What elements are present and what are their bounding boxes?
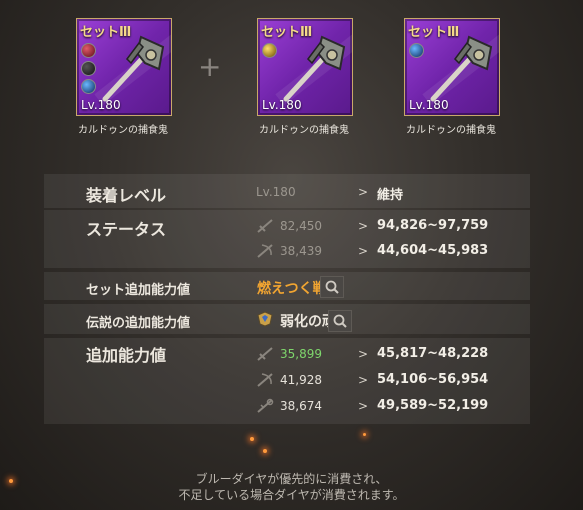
footer-note-line1: ブルーダイヤが優先的に消費され、 [195, 472, 388, 486]
sword-icon [257, 219, 273, 233]
extra-result: 54,106~56,954 [377, 372, 489, 387]
item-name: カルドゥンの捕食鬼 [78, 125, 168, 136]
plus-icon: + [198, 50, 222, 83]
item-name: カルドゥンの捕食鬼 [259, 125, 349, 136]
gem-icon-blue [409, 43, 424, 58]
item-name: カルドゥンの捕食鬼 [406, 125, 496, 136]
arrow-icon: > [358, 185, 369, 199]
extra-current: 38,674 [280, 399, 322, 413]
status-result: 94,826~97,759 [377, 218, 489, 233]
ember-particle [250, 437, 254, 441]
extra-result: 49,589~52,199 [377, 398, 489, 413]
sword-icon [257, 347, 273, 361]
item-level: Lv.180 [409, 98, 449, 112]
search-icon [333, 314, 347, 328]
arrow-icon: > [358, 399, 369, 413]
footer-note-line2: 不足している場合ダイヤが消費されます。 [178, 488, 405, 502]
item-card-3[interactable]: セットⅢ Lv.180 カルドゥンの捕食鬼 [404, 18, 500, 136]
equip-level-current: Lv.180 [256, 185, 296, 199]
status-current: 82,450 [280, 219, 322, 233]
item-slot[interactable]: セットⅢ Lv.180 [404, 18, 500, 116]
search-icon [325, 280, 339, 294]
gem-slots [262, 43, 277, 58]
gem-icon-yellow [262, 43, 277, 58]
bow-icon [257, 373, 273, 387]
extra-current: 35,899 [280, 347, 322, 361]
gem-icon-blue [81, 79, 96, 94]
status-result: 44,604~45,983 [377, 243, 489, 258]
status-current: 38,439 [280, 244, 322, 258]
stats-panel: 装着レベル Lv.180 > 維持 ステータス 82,450 > 94,826~… [44, 174, 530, 430]
item-level: Lv.180 [262, 98, 302, 112]
set-bonus-label: セット追加能力値 [86, 283, 191, 298]
extra-current: 41,928 [280, 373, 322, 387]
item-card-1[interactable]: セットⅢ Lv.180 カルドゥンの捕食鬼 [76, 18, 172, 136]
legend-bonus-search-button[interactable] [328, 310, 352, 332]
gem-slots [81, 43, 96, 94]
legend-bonus-label: 伝説の追加能力値 [86, 316, 191, 331]
arrow-icon: > [358, 347, 369, 361]
item-slot[interactable]: セットⅢ Lv.180 [76, 18, 172, 116]
gem-slots [409, 43, 424, 58]
status-label: ステータス [86, 220, 167, 239]
set-tag: セットⅢ [408, 25, 460, 40]
magic-icon [257, 398, 274, 413]
gem-icon-red [81, 43, 96, 58]
arrow-icon: > [358, 244, 369, 258]
equip-level-result: 維持 [377, 188, 404, 203]
extra-stats-label: 追加能力値 [86, 346, 167, 365]
set-bonus-search-button[interactable] [320, 276, 344, 298]
axe-icon [283, 35, 346, 102]
arrow-icon: > [358, 373, 369, 387]
item-card-2[interactable]: セットⅢ Lv.180 カルドゥンの捕食鬼 [257, 18, 353, 136]
axe-icon [102, 35, 165, 102]
extra-result: 45,817~48,228 [377, 346, 489, 361]
gem-icon-dark [81, 61, 96, 76]
axe-icon [430, 35, 493, 102]
item-slot[interactable]: セットⅢ Lv.180 [257, 18, 353, 116]
arrow-icon: > [358, 219, 369, 233]
equip-level-label: 装着レベル [86, 186, 167, 205]
item-level: Lv.180 [81, 98, 121, 112]
set-tag: セットⅢ [80, 25, 132, 40]
ember-particle [263, 449, 267, 453]
bow-icon [257, 244, 273, 258]
shield-badge-icon [257, 311, 273, 327]
ember-particle [363, 433, 366, 436]
set-tag: セットⅢ [261, 25, 313, 40]
